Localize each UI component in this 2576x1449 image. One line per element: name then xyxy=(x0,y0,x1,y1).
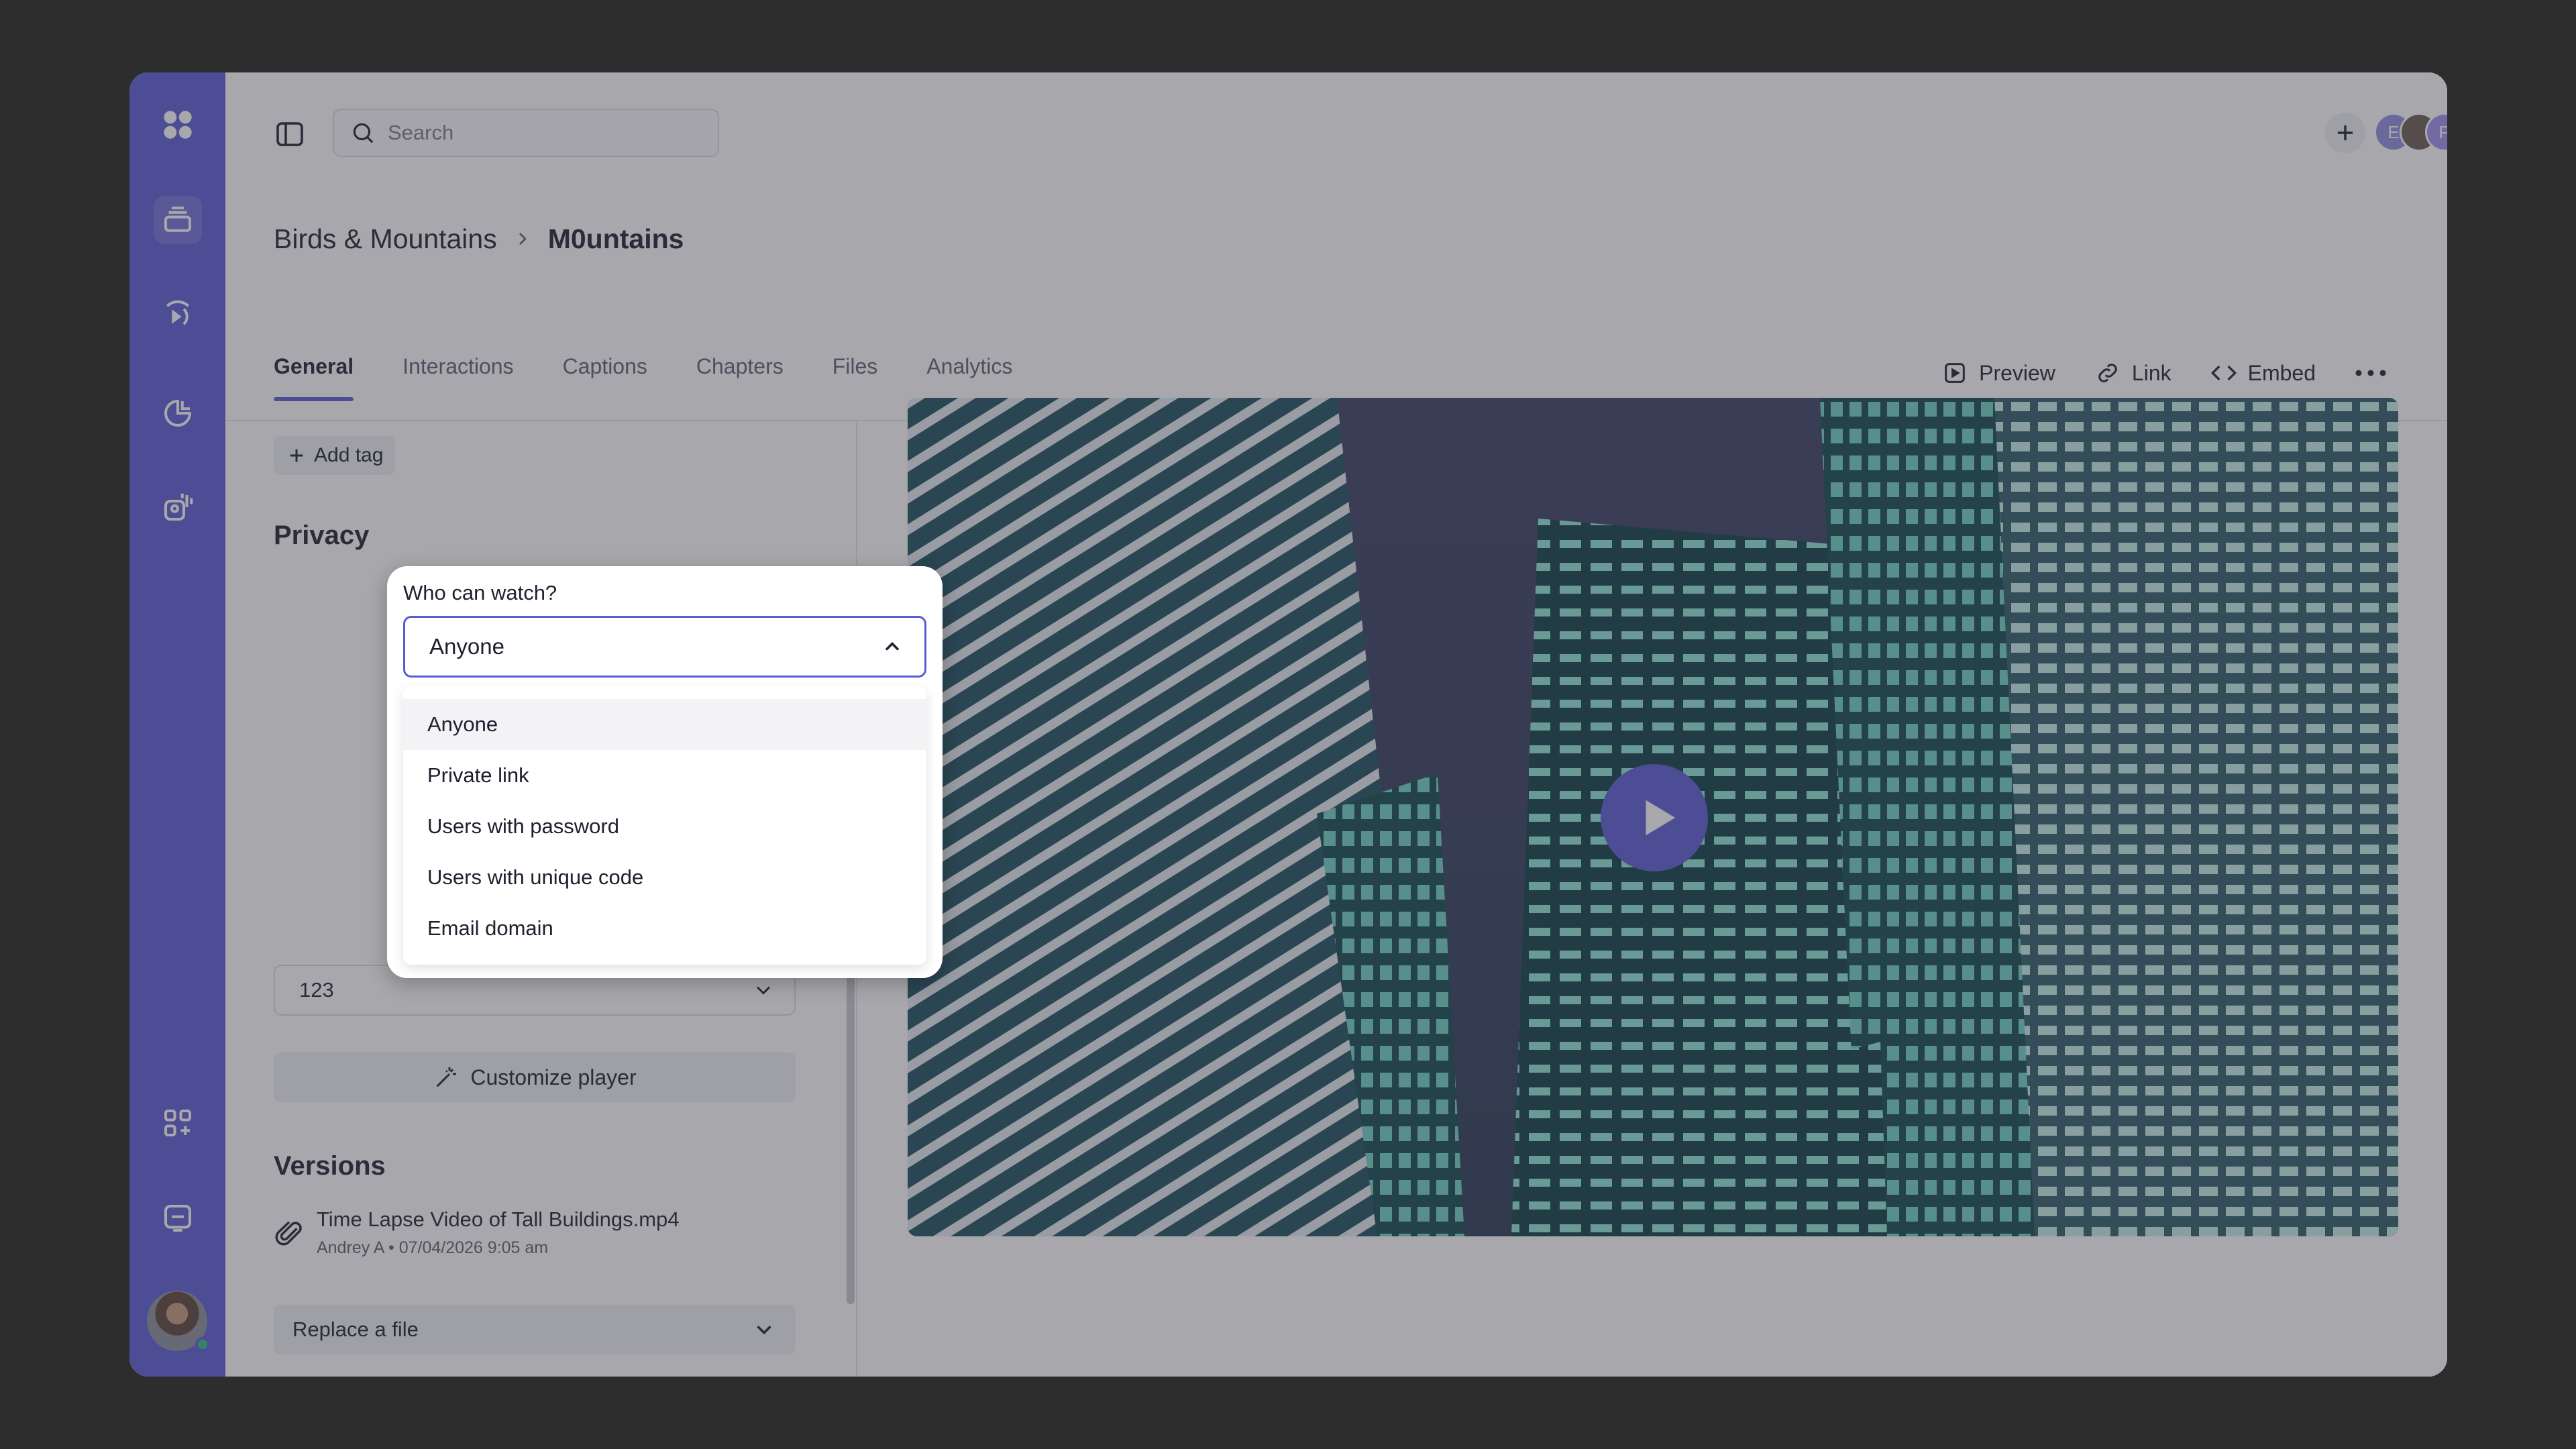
option-anyone[interactable]: Anyone xyxy=(403,699,926,750)
option-users-with-password[interactable]: Users with password xyxy=(403,801,926,852)
option-email-domain[interactable]: Email domain xyxy=(403,903,926,954)
option-users-with-unique-code[interactable]: Users with unique code xyxy=(403,852,926,903)
chevron-up-icon xyxy=(885,641,900,651)
privacy-dropdown-popup: Who can watch? Anyone Anyone Private lin… xyxy=(387,566,943,978)
selected-value: Anyone xyxy=(429,634,504,659)
options-menu: Anyone Private link Users with password … xyxy=(403,686,926,965)
who-can-watch-label: Who can watch? xyxy=(403,581,557,604)
app-window: Search E P A Birds & Mountains M0untains… xyxy=(129,72,2447,1377)
who-can-watch-select[interactable]: Anyone xyxy=(403,616,926,678)
option-private-link[interactable]: Private link xyxy=(403,750,926,801)
